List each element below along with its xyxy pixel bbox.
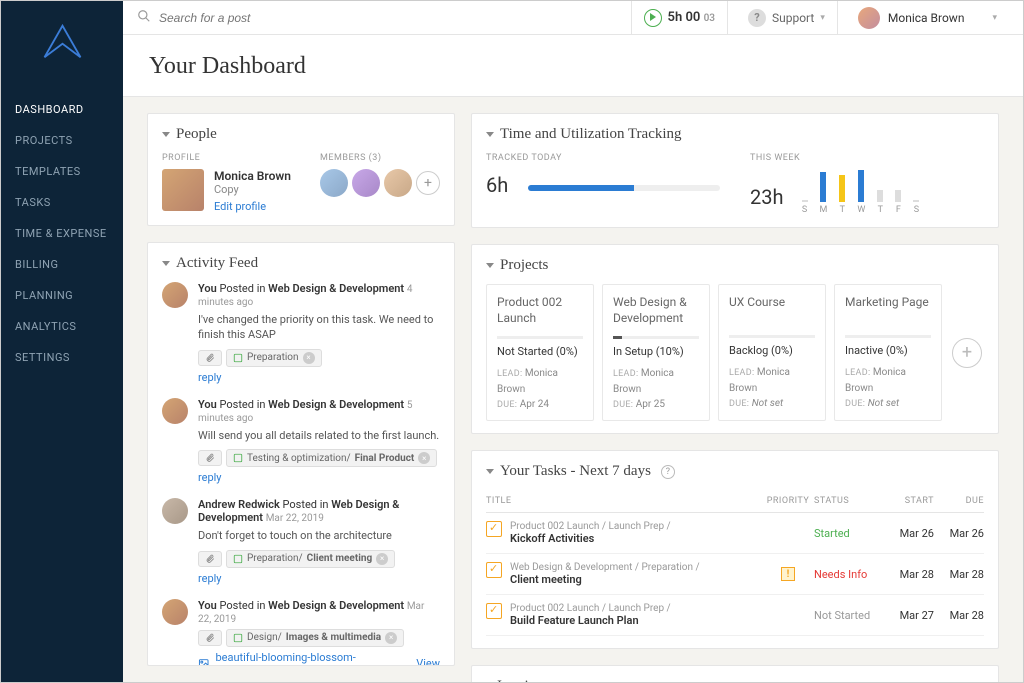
- project-card[interactable]: UX CourseBacklog (0%)LEAD: Monica BrownD…: [718, 284, 826, 421]
- time-tracking-card: Time and Utilization Tracking TRACKED TO…: [471, 113, 999, 228]
- avatar[interactable]: [320, 169, 348, 197]
- tag[interactable]: Preparation ×: [226, 349, 322, 367]
- project-card[interactable]: Web Design & DevelopmentIn Setup (10%)LE…: [602, 284, 710, 421]
- people-card: People PROFILE Monica Brown Copy Edit pr…: [147, 113, 455, 226]
- help-icon[interactable]: ?: [661, 465, 675, 479]
- file-link[interactable]: beautiful-blooming-blossom-1440476.jpg: [215, 651, 380, 666]
- week-chart: SMTWTFS: [802, 173, 920, 215]
- topbar: 5h 00 03 ? Support ▾ Monica Brown ▾: [123, 1, 1023, 35]
- feed-item: You Posted in Web Design & Development M…: [162, 599, 440, 666]
- page-header: Your Dashboard: [123, 35, 1023, 97]
- attachment-icon: [198, 630, 222, 646]
- collapse-icon[interactable]: [486, 263, 494, 268]
- add-member-button[interactable]: +: [416, 171, 440, 195]
- nav-time-expense[interactable]: TIME & EXPENSE: [1, 218, 123, 249]
- task-row[interactable]: Web Design & Development / Preparation /…: [486, 554, 984, 595]
- task-icon: [486, 521, 502, 537]
- play-icon: [644, 9, 662, 27]
- task-row[interactable]: Product 002 Launch / Launch Prep /Build …: [486, 595, 984, 636]
- nav-planning[interactable]: PLANNING: [1, 280, 123, 311]
- nav-templates[interactable]: TEMPLATES: [1, 156, 123, 187]
- priority-warn-icon: !: [781, 567, 795, 581]
- support-menu[interactable]: ? Support ▾: [736, 1, 838, 34]
- project-card[interactable]: Product 002 LaunchNot Started (0%)LEAD: …: [486, 284, 594, 421]
- collapse-icon[interactable]: [486, 469, 494, 474]
- edit-profile-link[interactable]: Edit profile: [214, 200, 291, 213]
- feed-item: You Posted in Web Design & Development 5…: [162, 398, 440, 484]
- chevron-down-icon: ▾: [820, 13, 825, 23]
- avatar[interactable]: [384, 169, 412, 197]
- task-icon: [486, 603, 502, 619]
- search-box[interactable]: [137, 9, 623, 26]
- add-project-button[interactable]: +: [952, 338, 982, 368]
- nav-billing[interactable]: BILLING: [1, 249, 123, 280]
- search-icon: [137, 9, 151, 26]
- project-card[interactable]: Marketing PageInactive (0%)LEAD: Monica …: [834, 284, 942, 421]
- nav-analytics[interactable]: ANALYTICS: [1, 311, 123, 342]
- feed-item: Andrew Redwick Posted in Web Design & De…: [162, 498, 440, 584]
- attachment-icon: [198, 350, 222, 366]
- activity-card: Activity Feed You Posted in Web Design &…: [147, 242, 455, 666]
- tag[interactable]: Preparation/Client meeting ×: [226, 550, 395, 568]
- avatar: [162, 498, 188, 524]
- attachment-icon: [198, 551, 222, 567]
- progress-bar: [528, 185, 720, 191]
- logo: [1, 19, 123, 64]
- nav-tasks[interactable]: TASKS: [1, 187, 123, 218]
- nav-settings[interactable]: SETTINGS: [1, 342, 123, 373]
- task-icon: [486, 562, 502, 578]
- user-menu[interactable]: Monica Brown ▾: [846, 1, 1009, 34]
- avatar: [162, 398, 188, 424]
- collapse-icon[interactable]: [486, 132, 494, 137]
- search-input[interactable]: [159, 11, 623, 25]
- collapse-icon[interactable]: [162, 261, 170, 266]
- question-icon: ?: [748, 9, 766, 27]
- avatar[interactable]: [352, 169, 380, 197]
- tag[interactable]: Testing & optimization/Final Product ×: [226, 449, 437, 467]
- avatar: [162, 282, 188, 308]
- sidebar: DASHBOARDPROJECTSTEMPLATESTASKSTIME & EX…: [1, 1, 123, 682]
- feed-item: You Posted in Web Design & Development 4…: [162, 282, 440, 384]
- view-link[interactable]: View: [416, 657, 440, 666]
- timer[interactable]: 5h 00 03: [631, 1, 728, 34]
- avatar: [858, 7, 880, 29]
- reply-link[interactable]: reply: [198, 572, 440, 585]
- page-title: Your Dashboard: [149, 53, 997, 80]
- reply-link[interactable]: reply: [198, 371, 440, 384]
- chevron-down-icon: ▾: [992, 13, 997, 23]
- task-row[interactable]: Product 002 Launch / Launch Prep /Kickof…: [486, 513, 984, 554]
- projects-card: Projects Product 002 LaunchNot Started (…: [471, 244, 999, 434]
- nav-dashboard[interactable]: DASHBOARD: [1, 94, 123, 125]
- attachment-icon: [198, 450, 222, 466]
- reply-link[interactable]: reply: [198, 471, 440, 484]
- invoices-card: Invoices: [471, 665, 999, 682]
- tag[interactable]: Design/Images & multimedia ×: [226, 629, 404, 647]
- avatar: [162, 169, 204, 211]
- collapse-icon[interactable]: [162, 132, 170, 137]
- tasks-card: Your Tasks - Next 7 days? TITLE PRIORITY…: [471, 450, 999, 649]
- nav-projects[interactable]: PROJECTS: [1, 125, 123, 156]
- avatar: [162, 599, 188, 625]
